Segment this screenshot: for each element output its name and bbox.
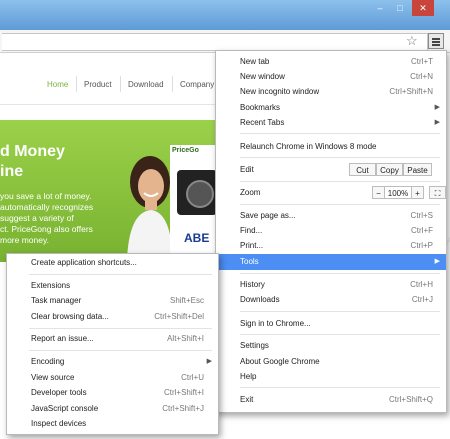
chrome-menu: New tab Ctrl+T New window Ctrl+N New incog… [215,50,447,413]
menu-bookmarks[interactable]: Bookmarks ▶ [216,100,446,116]
chevron-right-icon: ▶ [434,104,440,111]
tools-report-issue[interactable]: Report an issue... Alt+Shift+I [7,331,218,347]
menu-find[interactable]: Find... Ctrl+F [216,223,446,239]
tools-create-shortcuts[interactable]: Create application shortcuts... [7,255,218,271]
menu-tools[interactable]: Tools ▶ [216,254,446,270]
nav-home[interactable]: Home [47,80,68,89]
menu-exit[interactable]: Exit Ctrl+Shift+Q [216,392,446,408]
menu-new-tab[interactable]: New tab Ctrl+T [216,54,446,70]
fullscreen-icon[interactable]: ⛶ [429,186,446,199]
paste-button[interactable]: Paste [403,163,432,176]
woman-photo [127,156,173,260]
menu-downloads[interactable]: Downloads Ctrl+J [216,292,446,308]
menu-print[interactable]: Print... Ctrl+P [216,238,446,254]
menu-help[interactable]: Help [216,369,446,385]
nav-company[interactable]: Company [180,80,214,89]
copy-button[interactable]: Copy [376,163,403,176]
chevron-right-icon: ▶ [434,119,440,126]
menu-new-incognito[interactable]: New incognito window Ctrl+Shift+N [216,84,446,100]
abe-logo: ABE [184,231,210,245]
zoom-out-button[interactable]: − [372,186,385,199]
tools-extensions[interactable]: Extensions [7,278,218,294]
menu-about[interactable]: About Google Chrome [216,354,446,370]
nav-product[interactable]: Product [84,80,112,89]
pricegong-box: PriceGo ABE [170,145,220,262]
menu-relaunch-win8[interactable]: Relaunch Chrome in Windows 8 mode [216,139,446,155]
camera-image [177,170,217,215]
hero-text-4: ct. PriceGong also offers [0,224,93,234]
tools-submenu: Create application shortcuts... Extensio… [6,253,219,435]
menu-history[interactable]: History Ctrl+H [216,277,446,293]
menu-new-window[interactable]: New window Ctrl+N [216,69,446,85]
menu-sign-in[interactable]: Sign in to Chrome... [216,316,446,332]
hero-text-3: suggest a variety of [0,213,74,223]
tools-task-manager[interactable]: Task manager Shift+Esc [7,293,218,309]
star-icon[interactable]: ☆ [406,33,420,49]
chevron-right-icon: ▶ [206,358,212,365]
nav-download[interactable]: Download [128,80,164,89]
hero-text-1: you save a lot of money. [0,191,92,201]
tools-inspect-devices[interactable]: Inspect devices [7,416,218,432]
menu-save-page[interactable]: Save page as... Ctrl+S [216,208,446,224]
hero-text-5: more money. [0,235,49,245]
minimize-button[interactable]: – [372,0,388,16]
chevron-right-icon: ▶ [434,258,440,265]
hero-text-2: automatically recognizes [0,202,94,212]
tools-view-source[interactable]: View source Ctrl+U [7,370,218,386]
pricegong-label: PriceGo [172,147,199,154]
tools-developer-tools[interactable]: Developer tools Ctrl+Shift+I [7,385,218,401]
tools-clear-browsing[interactable]: Clear browsing data... Ctrl+Shift+Del [7,309,218,325]
chrome-menu-button[interactable] [428,33,444,49]
address-bar[interactable] [2,33,428,51]
tools-encoding[interactable]: Encoding ▶ [7,354,218,370]
hero-title-line2: ine [0,163,24,180]
close-button[interactable]: ✕ [412,0,434,16]
maximize-button[interactable]: □ [392,0,408,16]
menu-recent-tabs[interactable]: Recent Tabs ▶ [216,115,446,131]
tools-javascript-console[interactable]: JavaScript console Ctrl+Shift+J [7,401,218,417]
cut-button[interactable]: Cut [349,163,376,176]
zoom-level: 100% [385,186,411,199]
zoom-in-button[interactable]: + [411,186,424,199]
hero-title-line1: d Money [0,143,65,160]
menu-settings[interactable]: Settings [216,338,446,354]
